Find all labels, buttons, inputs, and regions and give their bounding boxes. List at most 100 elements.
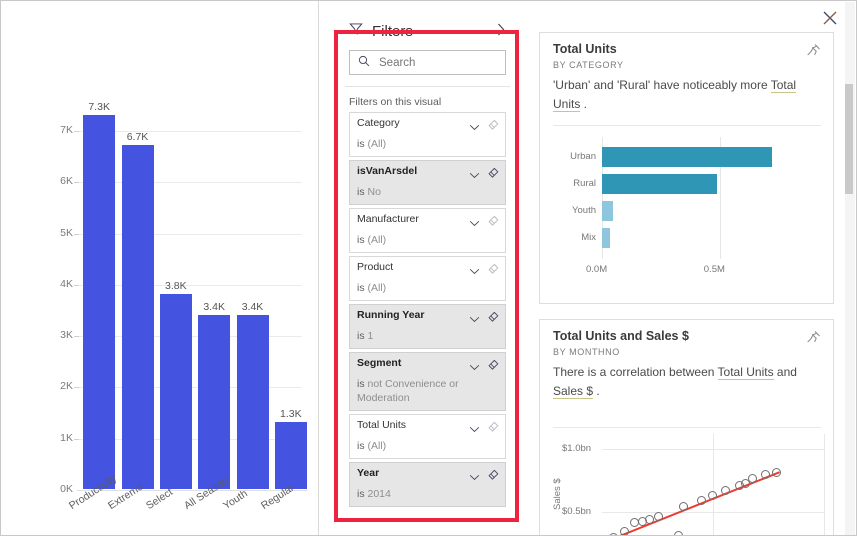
x-axis-category-label: Youth [220, 487, 250, 513]
total-units-by-category-chart[interactable]: 0.0M 0.5M Urban Rural Youth Mix [540, 129, 833, 303]
bar[interactable] [83, 114, 116, 489]
filter-card[interactable]: isVanArsdel is No [349, 160, 506, 205]
filter-card-field-name: Manufacturer [357, 213, 419, 225]
filter-card-field-name: Total Units [357, 419, 407, 431]
x-axis-line [77, 490, 307, 491]
bar[interactable] [198, 314, 231, 489]
filter-card[interactable]: Segment is not Convenience or Moderation [349, 352, 506, 411]
scatter-point[interactable] [673, 530, 683, 535]
filter-card-value: is 2014 [357, 488, 391, 500]
chevron-down-icon[interactable] [469, 310, 480, 328]
vertical-scrollbar-track[interactable] [845, 2, 855, 535]
eraser-icon[interactable] [487, 166, 499, 184]
filter-card-field-name: Product [357, 261, 394, 273]
bar-value-label: 6.7K [126, 131, 149, 144]
eraser-icon[interactable] [487, 468, 499, 486]
chevron-down-icon[interactable] [469, 214, 480, 232]
bar[interactable] [602, 228, 611, 248]
insight-description-text: . [593, 384, 600, 398]
filter-card[interactable]: Total Units is (All) [349, 414, 506, 459]
filter-card[interactable]: Manufacturer is (All) [349, 208, 506, 253]
y-axis-tick-label: 1K [60, 431, 73, 444]
filter-card-value: is (All) [357, 440, 387, 452]
filter-funnel-icon [349, 22, 363, 41]
y-axis-tick-mark [74, 336, 79, 338]
bar[interactable] [602, 201, 613, 221]
insight-card-rule [553, 427, 821, 428]
y-axis-tick-mark [74, 284, 79, 286]
trendline [619, 471, 780, 535]
bar[interactable] [159, 294, 192, 489]
category-bar-chart[interactable]: 0K 1K 2K 3K 4K 5K 6K 7K 7.3K Productivity 6.7K Extr… [1, 1, 319, 535]
y-axis-tick-label: 2K [60, 380, 73, 393]
bar-chart-panel: 0K 1K 2K 3K 4K 5K 6K 7K 7.3K Productivity 6.7K Extr… [1, 1, 319, 535]
eraser-icon[interactable] [487, 420, 499, 438]
filters-pane-header: Filters [337, 16, 519, 46]
chevron-down-icon[interactable] [469, 468, 480, 486]
chevron-down-icon[interactable] [469, 118, 480, 136]
power-bi-insights-window: 0K 1K 2K 3K 4K 5K 6K 7K 7.3K Productivity 6.7K Extr… [0, 0, 857, 536]
bar[interactable] [602, 174, 718, 194]
insight-card-description: 'Urban' and 'Rural' have noticeably more… [553, 76, 825, 114]
insight-card-rule [553, 125, 821, 126]
y-axis-tick-mark [74, 130, 79, 132]
insight-highlighted-term[interactable]: Sales $ [553, 384, 594, 399]
y-axis-tick-label: 3K [60, 329, 73, 342]
chevron-down-icon[interactable] [469, 420, 480, 438]
bar[interactable] [602, 147, 772, 167]
category-label: Mix [581, 232, 596, 243]
y-axis-tick-label: 5K [60, 226, 73, 239]
insight-highlighted-term[interactable]: Total Units [717, 365, 774, 380]
insight-card-title: Total Units and Sales $ [553, 329, 689, 343]
eraser-icon[interactable] [487, 262, 499, 280]
insight-description-text: 'Urban' and 'Rural' have noticeably more [553, 78, 771, 92]
chevron-down-icon[interactable] [469, 358, 480, 376]
bar-value-label: 7.3K [88, 100, 110, 113]
y-axis-tick-mark [74, 387, 79, 389]
chevron-down-icon[interactable] [469, 262, 480, 280]
filter-card[interactable]: Category is (All) [349, 112, 506, 157]
bar-value-label: 1.3K [280, 408, 302, 421]
filters-pane-title: Filters [372, 22, 413, 40]
filter-card-field-name: Segment [357, 357, 402, 369]
pin-icon[interactable] [806, 43, 821, 63]
vertical-scrollbar-thumb[interactable] [845, 84, 853, 194]
insight-card-title: Total Units [553, 42, 617, 56]
insight-description-text: . [580, 97, 588, 111]
bar[interactable] [274, 422, 307, 489]
insight-card-description: There is a correlation between Total Uni… [553, 363, 825, 401]
filter-card[interactable]: Running Year is 1 [349, 304, 506, 349]
filters-on-visual-label: Filters on this visual [349, 96, 442, 108]
bar[interactable] [121, 145, 154, 489]
insights-pane: Total Units BY CATEGORY 'Urban' and 'Rur… [520, 2, 856, 535]
insight-card-total-units[interactable]: Total Units BY CATEGORY 'Urban' and 'Rur… [539, 32, 834, 304]
pin-icon[interactable] [806, 330, 821, 350]
scatter-point[interactable] [653, 511, 663, 521]
bar-value-label: 3.4K [241, 300, 264, 313]
chevron-right-icon[interactable] [495, 23, 507, 39]
search-input[interactable]: Search [349, 50, 506, 75]
category-label: Urban [570, 151, 596, 162]
filter-card-value: is 1 [357, 330, 374, 342]
eraser-icon[interactable] [487, 214, 499, 232]
x-axis-tick-label: 0.5M [703, 264, 725, 275]
chevron-down-icon[interactable] [469, 166, 480, 184]
y-axis-tick-mark [74, 182, 79, 184]
filter-card-field-name: Category [357, 117, 400, 129]
filter-card[interactable]: Year is 2014 [349, 462, 506, 507]
eraser-icon[interactable] [487, 118, 499, 136]
category-label: Rural [573, 178, 596, 189]
eraser-icon[interactable] [487, 310, 499, 328]
scatter-point[interactable] [679, 501, 689, 511]
filter-card-field-name: Year [357, 467, 380, 479]
filters-pane-divider [345, 86, 510, 87]
eraser-icon[interactable] [487, 358, 499, 376]
close-icon[interactable] [819, 7, 841, 29]
filters-pane: Filters Search Filters on this visual Ca… [337, 2, 519, 535]
y-axis-tick-label: 6K [60, 175, 73, 188]
total-units-and-sales-scatter-chart[interactable]: Sales $ $1.0bn $0.5bn [540, 432, 833, 535]
filter-card[interactable]: Product is (All) [349, 256, 506, 301]
bar[interactable] [236, 314, 269, 489]
insight-card-units-and-sales[interactable]: Total Units and Sales $ BY MONTHNO There… [539, 319, 834, 535]
y-axis-tick-mark [74, 233, 79, 235]
